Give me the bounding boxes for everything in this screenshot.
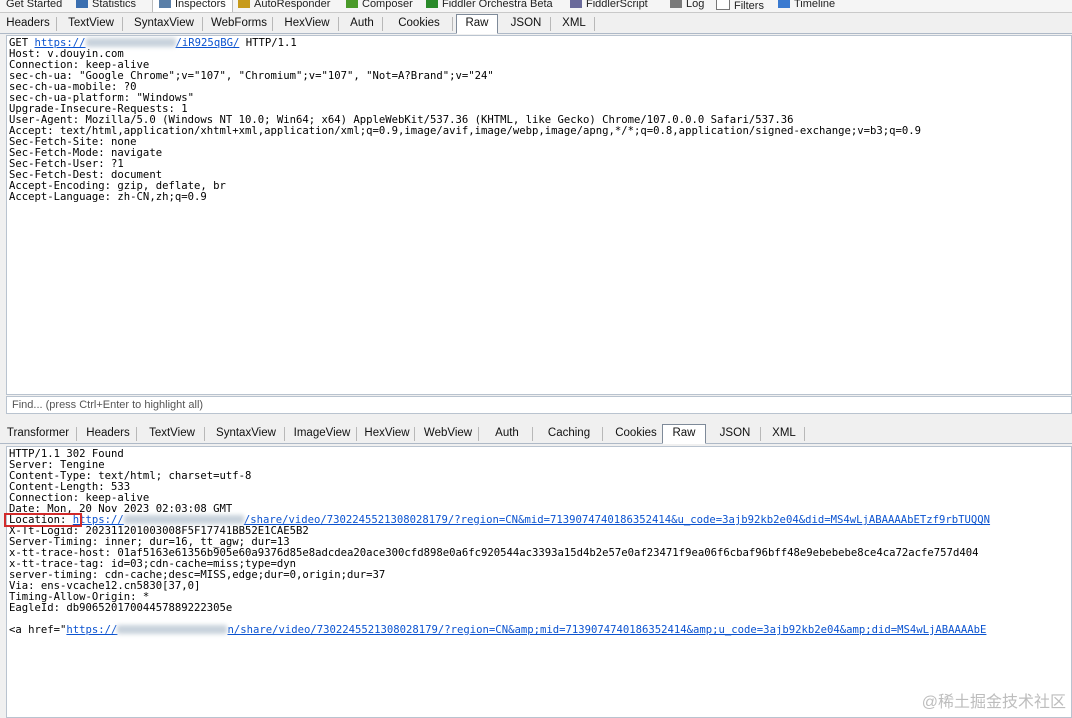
response-tab-syntaxview[interactable]: SyntaxView bbox=[208, 425, 285, 442]
top-tab-label: FiddlerScript bbox=[586, 0, 648, 10]
inspectors-icon bbox=[159, 0, 171, 8]
top-tab-statistics[interactable]: Statistics bbox=[76, 0, 140, 12]
location-highlight-box bbox=[4, 513, 82, 527]
fiddlerscript-icon bbox=[570, 0, 582, 8]
request-line: Sec-Fetch-Site: none bbox=[9, 137, 1071, 148]
response-line: Content-Type: text/html; charset=utf-8 bbox=[9, 471, 1071, 482]
raw-text: Accept: text/html,application/xhtml+xml,… bbox=[9, 125, 922, 137]
request-tab-xml[interactable]: XML bbox=[554, 15, 595, 32]
top-tab-label: Timeline bbox=[794, 0, 836, 10]
response-raw-text: HTTP/1.1 302 Found Server: Tengine Content… bbox=[7, 447, 1071, 636]
href-url-link[interactable]: https:// n/share/video/730224552130802817… bbox=[66, 624, 986, 636]
raw-text: HTTP/1.1 bbox=[239, 37, 297, 49]
find-input[interactable]: Find... (press Ctrl+Enter to highlight a… bbox=[6, 396, 1072, 414]
raw-text: Accept-Language: zh-CN,zh;q=0.9 bbox=[9, 191, 207, 203]
request-tab-raw[interactable]: Raw bbox=[456, 14, 498, 34]
redacted-host bbox=[123, 515, 244, 524]
response-tab-imageview[interactable]: ImageView bbox=[288, 425, 357, 442]
raw-text: <a href=" bbox=[9, 624, 67, 636]
response-tab-raw[interactable]: Raw bbox=[662, 424, 706, 444]
request-raw-pane[interactable]: GET https:///iR925qBG/ HTTP/1.1 Host: v.d… bbox=[6, 35, 1072, 395]
inspector-top-tabs: Get Started Statistics Inspectors AutoRespo… bbox=[0, 0, 1072, 13]
top-tab-label: Statistics bbox=[92, 0, 137, 10]
url-end: /share/video/7302245521308028179/?region… bbox=[243, 514, 991, 526]
statistics-icon bbox=[76, 0, 88, 8]
request-raw-text: GET https:///iR925qBG/ HTTP/1.1 Host: v.d… bbox=[7, 36, 1071, 203]
top-tab-fiddler-orchestra-beta[interactable]: Fiddler Orchestra Beta bbox=[426, 0, 557, 12]
response-tab-cookies[interactable]: Cookies bbox=[606, 425, 667, 442]
watermark: @稀土掘金技术社区 bbox=[921, 694, 1066, 711]
raw-text: EagleId: db90652017004457889222305e bbox=[9, 602, 233, 614]
top-tab-get-started[interactable]: Get Started bbox=[6, 0, 66, 12]
response-raw-pane[interactable]: HTTP/1.1 302 Found Server: Tengine Content… bbox=[6, 446, 1072, 718]
response-tab-json[interactable]: JSON bbox=[710, 425, 761, 442]
top-tab-label: Filters bbox=[734, 0, 764, 12]
top-tab-composer[interactable]: Composer bbox=[346, 0, 417, 12]
response-line: EagleId: db90652017004457889222305e bbox=[9, 603, 1071, 614]
request-line: sec-ch-ua: "Google Chrome";v="107", "Chr… bbox=[9, 71, 1071, 82]
request-line: Sec-Fetch-User: ?1 bbox=[9, 159, 1071, 170]
composer-icon bbox=[346, 0, 358, 8]
response-line: Content-Length: 533 bbox=[9, 482, 1071, 493]
top-tab-label: Get Started bbox=[6, 0, 63, 10]
filters-icon bbox=[716, 0, 730, 10]
top-tab-inspectors[interactable]: Inspectors bbox=[152, 0, 233, 12]
timeline-icon bbox=[778, 0, 790, 8]
url-start: https:// bbox=[66, 624, 118, 636]
top-tab-timeline[interactable]: Timeline bbox=[778, 0, 839, 12]
request-line: Host: v.douyin.com bbox=[9, 49, 1071, 60]
top-tab-label: Fiddler Orchestra Beta bbox=[442, 0, 553, 10]
request-tab-hexview[interactable]: HexView bbox=[276, 15, 339, 32]
redacted-host bbox=[117, 625, 228, 634]
request-line: Accept-Language: zh-CN,zh;q=0.9 bbox=[9, 192, 1071, 203]
response-tab-auth[interactable]: Auth bbox=[482, 425, 533, 442]
response-tab-xml[interactable]: XML bbox=[764, 425, 805, 442]
redacted-host bbox=[85, 38, 176, 47]
request-line: Accept: text/html,application/xhtml+xml,… bbox=[9, 126, 1071, 137]
response-tab-webview[interactable]: WebView bbox=[418, 425, 479, 442]
top-tab-label: Inspectors bbox=[175, 0, 226, 10]
request-line: GET https:///iR925qBG/ HTTP/1.1 bbox=[9, 38, 1071, 49]
top-tab-filters[interactable]: Filters bbox=[716, 0, 768, 12]
top-tab-label: Log bbox=[686, 0, 705, 10]
request-line: Sec-Fetch-Mode: navigate bbox=[9, 148, 1071, 159]
request-tab-syntaxview[interactable]: SyntaxView bbox=[126, 15, 203, 32]
fiddler-orchestra-beta-icon bbox=[426, 0, 438, 8]
response-tab-textview[interactable]: TextView bbox=[140, 425, 205, 442]
request-tab-auth[interactable]: Auth bbox=[342, 15, 383, 32]
top-tab-label: AutoResponder bbox=[254, 0, 331, 10]
request-tab-cookies[interactable]: Cookies bbox=[386, 15, 453, 32]
response-line: HTTP/1.1 302 Found bbox=[9, 449, 1071, 460]
url-end: n/share/video/7302245521308028179/?regio… bbox=[227, 624, 987, 636]
top-tab-log[interactable]: Log bbox=[670, 0, 708, 12]
response-line: Via: ens-vcache12.cn5830[37,0] bbox=[9, 581, 1071, 592]
response-tab-caching[interactable]: Caching bbox=[536, 425, 603, 442]
response-tab-hexview[interactable]: HexView bbox=[360, 425, 415, 442]
request-tab-json[interactable]: JSON bbox=[502, 15, 551, 32]
request-tab-webforms[interactable]: WebForms bbox=[206, 15, 273, 32]
request-tab-headers[interactable]: Headers bbox=[0, 15, 57, 32]
log-icon bbox=[670, 0, 682, 8]
autoresponder-icon bbox=[238, 0, 250, 8]
response-tab-strip: Transformer Headers TextView SyntaxView Imag… bbox=[0, 423, 1072, 444]
top-tab-fiddlerscript[interactable]: FiddlerScript bbox=[570, 0, 652, 12]
top-tab-label: Composer bbox=[362, 0, 413, 10]
request-tab-textview[interactable]: TextView bbox=[60, 15, 123, 32]
request-tab-strip: Headers TextView SyntaxView WebForms HexView… bbox=[0, 13, 1072, 34]
href-line: <a href="https:// n/share/video/730224552… bbox=[9, 625, 1071, 636]
response-tab-transformer[interactable]: Transformer bbox=[0, 425, 77, 442]
url-end: /iR925qBG/ bbox=[175, 37, 240, 49]
response-tab-headers[interactable]: Headers bbox=[80, 425, 137, 442]
top-tab-autoresponder[interactable]: AutoResponder bbox=[238, 0, 334, 12]
